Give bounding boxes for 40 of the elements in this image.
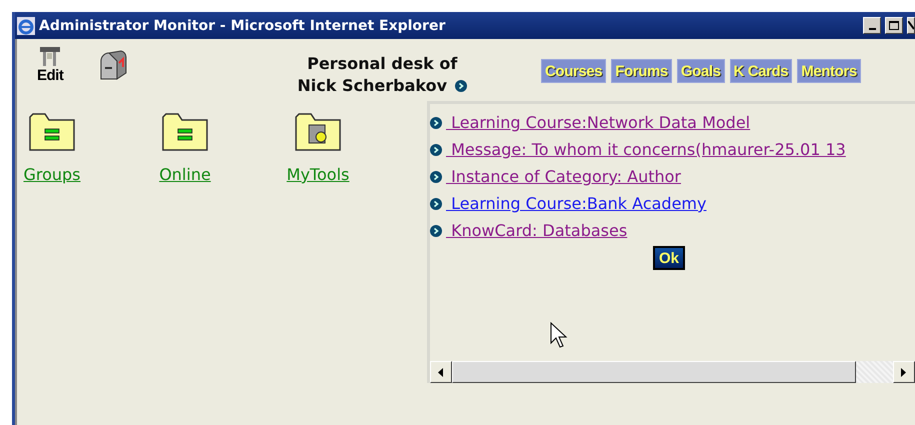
- nav-button[interactable]: Mentors: [797, 59, 861, 83]
- folder-link[interactable]: Groups: [23, 165, 81, 184]
- folder-tools-icon[interactable]: [295, 111, 341, 151]
- result-link[interactable]: KnowCard: Databases: [446, 221, 628, 240]
- ok-button[interactable]: Ok: [653, 246, 686, 270]
- window-title: Administrator Monitor - Microsoft Internet Explorer: [39, 18, 446, 34]
- folder-link[interactable]: MyTools: [286, 165, 350, 184]
- heading-text: Personal desk of: [307, 53, 458, 75]
- result-link[interactable]: Message: To whom it concerns(hmaurer-25.01 13: [446, 140, 846, 159]
- minimize-button[interactable]: [863, 17, 881, 34]
- result-link[interactable]: Instance of Category: Author: [446, 167, 681, 186]
- folder-icon[interactable]: [162, 111, 208, 151]
- bullet-icon: [455, 80, 467, 92]
- folder-link[interactable]: Online: [159, 165, 211, 184]
- minimize-icon: [868, 28, 876, 30]
- folder-icon[interactable]: [29, 111, 75, 151]
- bullet-icon: [430, 198, 442, 210]
- nav-button[interactable]: Goals: [676, 59, 725, 83]
- bullet-icon: [430, 144, 442, 156]
- nav-button[interactable]: Courses: [541, 59, 606, 83]
- result-link[interactable]: Learning Course:Bank Academy: [446, 194, 706, 213]
- left-arrow-icon: [438, 368, 444, 376]
- maximize-button[interactable]: [885, 17, 903, 34]
- mouse-pointer-icon: [550, 322, 568, 350]
- close-button[interactable]: [907, 17, 915, 34]
- scroll-thumb[interactable]: [452, 361, 856, 383]
- bullet-icon: [430, 170, 442, 182]
- bullet-icon: [430, 116, 442, 128]
- right-arrow-icon: [901, 368, 907, 376]
- edit-button[interactable]: Edit: [37, 45, 64, 84]
- browser-icon: [17, 16, 35, 34]
- scroll-left-button[interactable]: [430, 361, 452, 383]
- nav-button[interactable]: K Cards: [730, 59, 792, 83]
- nav-button[interactable]: Forums: [611, 59, 672, 83]
- result-link[interactable]: Learning Course:Network Data Model: [446, 113, 750, 132]
- horizontal-scrollbar[interactable]: [430, 361, 915, 383]
- bullet-icon: [430, 224, 442, 236]
- scroll-right-button[interactable]: [893, 361, 915, 383]
- maximize-icon: [889, 21, 899, 30]
- user-name: Nick Scherbakov: [297, 75, 447, 97]
